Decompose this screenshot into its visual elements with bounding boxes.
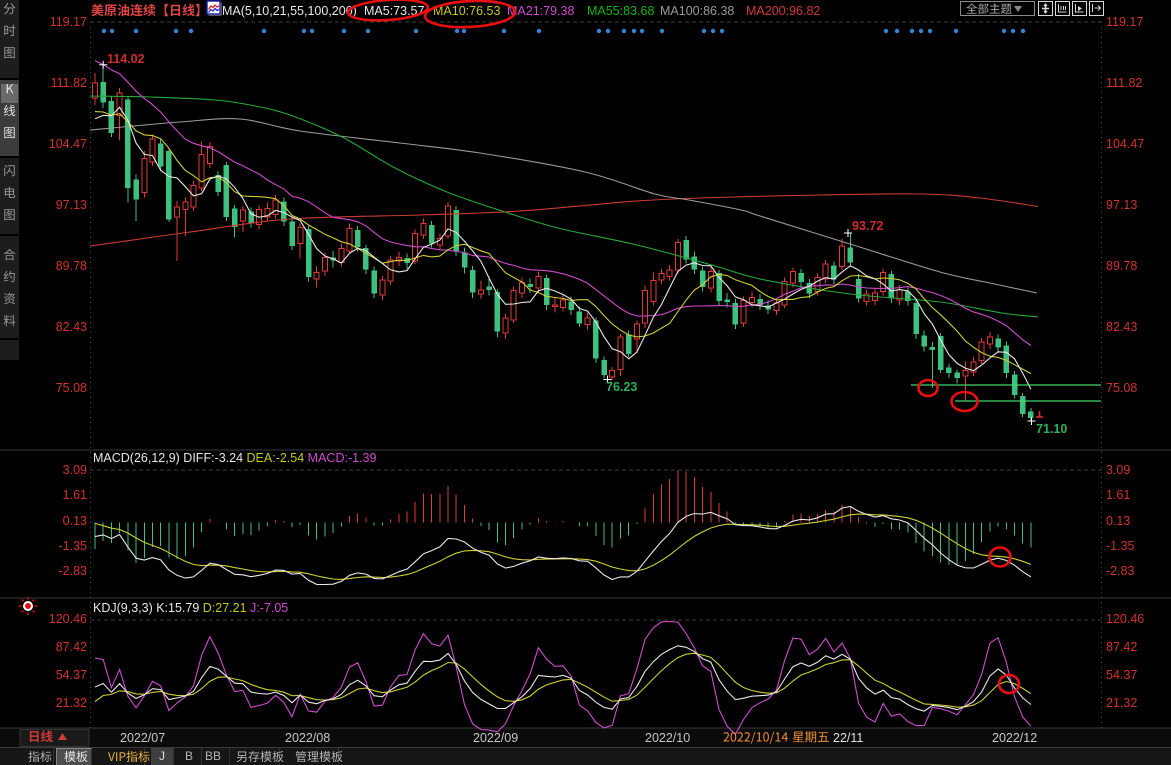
svg-text:119.17: 119.17: [1106, 15, 1143, 29]
svg-text:111.82: 111.82: [51, 76, 87, 90]
svg-text:0.13: 0.13: [1106, 514, 1130, 528]
svg-text:-2.83: -2.83: [59, 564, 88, 578]
svg-text:0.13: 0.13: [63, 514, 87, 528]
svg-text:3.09: 3.09: [63, 463, 87, 477]
svg-text:119.17: 119.17: [50, 15, 87, 29]
svg-text:3.09: 3.09: [1106, 463, 1130, 477]
svg-text:97.13: 97.13: [1106, 198, 1137, 212]
svg-text:82.43: 82.43: [56, 320, 87, 334]
svg-text:87.42: 87.42: [56, 640, 87, 654]
svg-text:114.02: 114.02: [107, 52, 145, 66]
svg-text:76.23: 76.23: [606, 380, 637, 394]
svg-text:93.72: 93.72: [852, 219, 883, 233]
svg-text:-1.35: -1.35: [59, 539, 88, 553]
svg-text:21.32: 21.32: [56, 696, 87, 710]
svg-text:82.43: 82.43: [1106, 320, 1137, 334]
svg-text:54.37: 54.37: [1106, 668, 1137, 682]
svg-text:-2.83: -2.83: [1106, 564, 1135, 578]
svg-text:MACD(26,12,9) DIFF:-3.24 DEA:-: MACD(26,12,9) DIFF:-3.24 DEA:-2.54 MACD:…: [93, 451, 376, 465]
svg-text:21.32: 21.32: [1106, 696, 1137, 710]
svg-text:1.61: 1.61: [1106, 488, 1130, 502]
svg-text:104.47: 104.47: [49, 137, 87, 151]
svg-text:89.78: 89.78: [1106, 259, 1137, 273]
svg-text:97.13: 97.13: [56, 198, 87, 212]
svg-text:104.47: 104.47: [1106, 137, 1144, 151]
svg-text:120.46: 120.46: [1106, 612, 1144, 626]
svg-text:1.61: 1.61: [63, 488, 87, 502]
svg-text:-1.35: -1.35: [1106, 539, 1135, 553]
svg-text:111.82: 111.82: [1106, 76, 1142, 90]
svg-text:89.78: 89.78: [56, 259, 87, 273]
svg-text:71.10: 71.10: [1036, 422, 1067, 436]
svg-text:87.42: 87.42: [1106, 640, 1137, 654]
svg-text:120.46: 120.46: [49, 612, 87, 626]
svg-text:KDJ(9,3,3) K:15.79 D:27.21 J:: KDJ(9,3,3) K:15.79 D:27.21 J:-7.05: [93, 601, 288, 615]
svg-text:54.37: 54.37: [56, 668, 87, 682]
svg-text:75.08: 75.08: [56, 381, 87, 395]
svg-text:75.08: 75.08: [1106, 381, 1137, 395]
